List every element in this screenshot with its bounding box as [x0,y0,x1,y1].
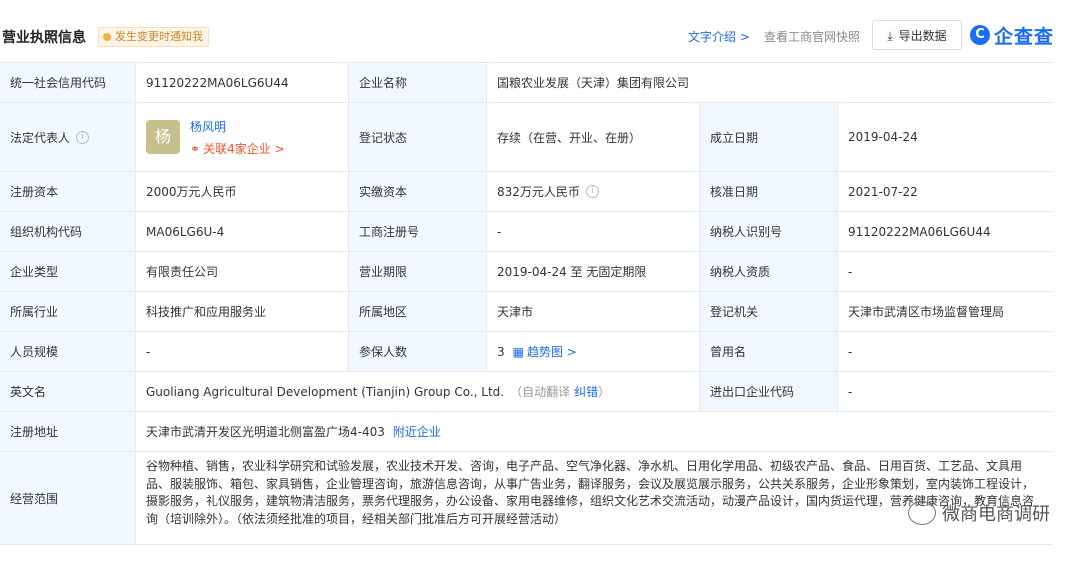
insured-label: 参保人数 [349,332,487,371]
staff-size-value: - [136,332,349,371]
credit-code-label: 统一社会信用代码 [0,63,136,102]
reg-capital-label: 注册资本 [0,172,136,211]
qichacha-logo: C 企查查 [970,22,1054,48]
scope-label: 经营范围 [0,452,136,544]
legal-rep-label: 法定代表人 i [0,103,136,171]
page-title: 营业执照信息 [2,30,86,46]
table-row: 组织机构代码 MA06LG6U-4 工商注册号 - 纳税人识别号 9112022… [0,212,1053,252]
legal-rep-label-text: 法定代表人 [10,130,71,145]
trend-chart-label: 趋势图 > [526,345,577,359]
founded-label: 成立日期 [700,103,838,171]
reg-authority-label: 登记机关 [700,292,838,331]
region-label: 所属地区 [349,292,487,331]
related-companies-label: 关联4家企业 > [203,141,285,156]
industry-value: 科技推广和应用服务业 [136,292,349,331]
company-type-label: 企业类型 [0,252,136,291]
avatar[interactable]: 杨 [146,120,180,154]
auto-translate-note: （自动翻译 [510,385,571,399]
staff-size-label: 人员规模 [0,332,136,371]
notify-badge-label: 发生变更时通知我 [115,30,203,43]
address-cell: 天津市武清开发区光明道北侧富盈广场4-403 附近企业 [136,412,1053,451]
company-name-label: 企业名称 [349,63,487,102]
logo-icon: C [970,25,990,45]
insured-value: 3 [497,344,505,359]
english-name-label: 英文名 [0,372,136,411]
legal-rep-value: 杨 杨风明 ⚭ 关联4家企业 > [136,103,349,171]
taxpayer-qual-label: 纳税人资质 [700,252,838,291]
auto-translate-close: ） [598,385,611,399]
former-name-value: - [838,332,1053,371]
info-icon[interactable]: i [585,185,599,198]
table-row: 人员规模 - 参保人数 3 ▦ 趋势图 > 曾用名 - [0,332,1053,372]
snapshot-link[interactable]: 查看工商官网快照 [764,28,860,45]
table-row: 所属行业 科技推广和应用服务业 所属地区 天津市 登记机关 天津市武清区市场监督… [0,292,1053,332]
address-value: 天津市武清开发区光明道北侧富盈广场4-403 [146,425,385,439]
approval-date-value: 2021-07-22 [838,172,1053,211]
org-code-label: 组织机构代码 [0,212,136,251]
former-name-label: 曾用名 [700,332,838,371]
export-button[interactable]: ⤓ 导出数据 [872,20,962,50]
taxpayer-id-label: 纳税人识别号 [700,212,838,251]
english-name-cell: Guoliang Agricultural Development (Tianj… [136,372,700,411]
table-row: 注册地址 天津市武清开发区光明道北侧富盈广场4-403 附近企业 [0,412,1053,452]
export-button-label: 导出数据 [898,29,947,43]
reg-capital-value: 2000万元人民币 [136,172,349,211]
biz-term-value: 2019-04-24 至 无固定期限 [487,252,700,291]
taxpayer-qual-value: - [838,252,1053,291]
paid-capital-cell: 832万元人民币 i [487,172,700,211]
download-icon: ⤓ [887,29,893,43]
notify-badge[interactable]: 发生变更时通知我 [98,27,209,47]
biz-term-label: 营业期限 [349,252,487,291]
approval-date-label: 核准日期 [700,172,838,211]
scope-value: 谷物种植、销售，农业科学研究和试验发展，农业技术开发、咨询，电子产品、空气净化器… [136,452,1053,544]
table-row: 法定代表人 i 杨 杨风明 ⚭ 关联4家企业 > 登记状态 存续（在营、开业、在册）… [0,103,1053,172]
nearby-companies-link[interactable]: 附近企业 [393,423,441,440]
reg-status-value: 存续（在营、开业、在册） [487,103,700,171]
legal-rep-name-link[interactable]: 杨风明 [190,118,285,135]
region-value: 天津市 [487,292,700,331]
related-icon: ⚭ [190,141,201,156]
table-row: 企业类型 有限责任公司 营业期限 2019-04-24 至 无固定期限 纳税人资… [0,252,1053,292]
license-info-table: 统一社会信用代码 91120222MA06LG6U44 企业名称 国粮农业发展（… [0,62,1053,545]
table-row: 英文名 Guoliang Agricultural Development (T… [0,372,1053,412]
bell-icon [103,33,111,41]
wechat-icon [908,501,936,525]
related-companies-link[interactable]: ⚭ 关联4家企业 > [190,140,285,157]
table-row: 统一社会信用代码 91120222MA06LG6U44 企业名称 国粮农业发展（… [0,63,1053,103]
address-label: 注册地址 [0,412,136,451]
watermark: 微商电商调研 [908,500,1050,526]
text-intro-link[interactable]: 文字介绍 > [688,28,750,45]
table-row: 注册资本 2000万元人民币 实缴资本 832万元人民币 i 核准日期 2021-… [0,172,1053,212]
paid-capital-value: 832万元人民币 [497,185,580,199]
import-export-value: - [838,372,1053,411]
import-export-label: 进出口企业代码 [700,372,838,411]
reg-authority-value: 天津市武清区市场监督管理局 [838,292,1053,331]
watermark-text: 微商电商调研 [942,504,1050,525]
biz-reg-no-value: - [487,212,700,251]
company-name-value: 国粮农业发展（天津）集团有限公司 [487,63,1051,102]
logo-text: 企查查 [994,25,1055,48]
biz-reg-no-label: 工商注册号 [349,212,487,251]
credit-code-value: 91120222MA06LG6U44 [136,63,349,102]
reg-status-label: 登记状态 [349,103,487,171]
taxpayer-id-value: 91120222MA06LG6U44 [838,212,1053,251]
english-name-value: Guoliang Agricultural Development (Tianj… [146,384,505,399]
industry-label: 所属行业 [0,292,136,331]
org-code-value: MA06LG6U-4 [136,212,349,251]
trend-icon: ▦ [512,345,524,359]
insured-cell: 3 ▦ 趋势图 > [487,332,700,371]
header: 营业执照信息 发生变更时通知我 文字介绍 > 查看工商官网快照 ⤓ 导出数据 C企… [0,0,1080,62]
company-type-value: 有限责任公司 [136,252,349,291]
table-row: 经营范围 谷物种植、销售，农业科学研究和试验发展，农业技术开发、咨询，电子产品、… [0,452,1053,545]
trend-chart-link[interactable]: ▦ 趋势图 > [513,343,577,360]
correct-link[interactable]: 纠错 [574,383,598,400]
paid-capital-label: 实缴资本 [349,172,487,211]
info-icon[interactable]: i [76,130,90,144]
founded-value: 2019-04-24 [838,103,1053,171]
